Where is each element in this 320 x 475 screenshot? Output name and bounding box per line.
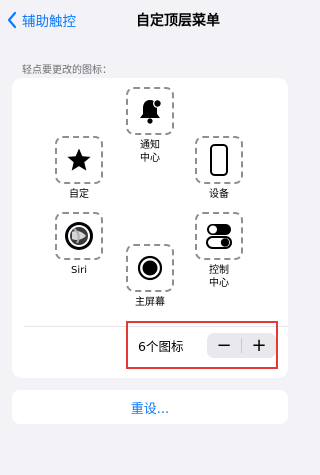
slot-home: 主屏幕 — [124, 244, 176, 309]
navigation-bar: 辅助触控 自定顶层菜单 — [0, 0, 300, 40]
slot-device: 设备 — [193, 136, 245, 201]
bell-icon — [140, 99, 162, 124]
siri-icon — [65, 222, 93, 250]
section-header: 轻点要更改的图标： — [22, 65, 112, 76]
slot-notification-center-button[interactable] — [126, 87, 174, 135]
slot-custom-button[interactable] — [55, 136, 103, 184]
reset-button[interactable]: 重设... — [12, 390, 288, 424]
slot-siri-button[interactable] — [55, 212, 103, 260]
slot-control-center: 控制 中心 — [193, 212, 245, 290]
increment-button[interactable]: + — [242, 333, 276, 358]
slot-home-label: 主屏幕 — [135, 297, 165, 308]
slot-notification-center-label: 通知 中心 — [140, 140, 160, 164]
slot-home-button[interactable] — [126, 244, 174, 292]
decrement-button[interactable]: − — [207, 333, 241, 358]
icon-count-stepper: − + — [207, 333, 276, 358]
page-title: 自定顶层菜单 — [136, 13, 220, 29]
icon-count-label: 6个图标 — [138, 339, 184, 354]
slot-custom-label: 自定 — [69, 189, 89, 200]
slot-notification-center: 通知 中心 — [124, 87, 176, 165]
icon-count-row: 6个图标 − + — [126, 321, 278, 369]
slot-control-center-button[interactable] — [195, 212, 243, 260]
star-icon — [67, 148, 91, 171]
slot-control-center-label: 控制 中心 — [209, 265, 229, 289]
slot-siri: Siri — [53, 212, 105, 277]
slot-device-button[interactable] — [195, 136, 243, 184]
slot-custom: 自定 — [53, 136, 105, 201]
toggles-icon — [206, 224, 232, 249]
iphone-icon — [210, 144, 228, 176]
home-button-icon — [137, 255, 163, 281]
slot-device-label: 设备 — [209, 189, 229, 200]
reset-button-label: 重设... — [130, 401, 170, 417]
slot-siri-label: Siri — [70, 265, 87, 276]
